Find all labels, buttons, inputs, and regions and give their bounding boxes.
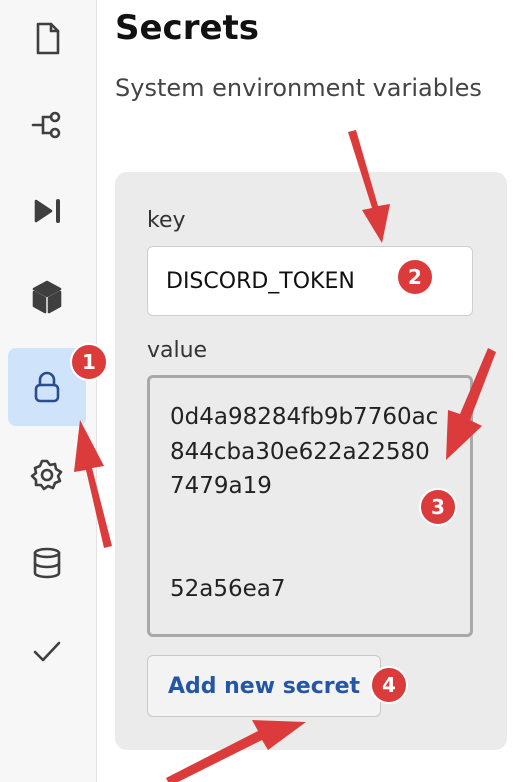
database-icon — [33, 547, 61, 579]
sidebar-item-flow[interactable] — [8, 86, 86, 164]
sidebar-item-settings[interactable] — [8, 436, 86, 514]
value-text: 0d4a98284fb9b7760ac844cba30e622a22580747… — [170, 404, 439, 499]
cube-icon — [32, 280, 62, 314]
annotation-badge-2: 2 — [396, 258, 434, 296]
skip-forward-icon — [34, 199, 60, 223]
gear-icon — [30, 459, 63, 491]
sidebar — [0, 0, 97, 782]
sidebar-item-checks[interactable] — [8, 612, 86, 690]
annotation-badge-1: 1 — [70, 343, 108, 381]
sidebar-item-run[interactable] — [8, 172, 86, 250]
annotation-badge-3: 3 — [419, 488, 457, 526]
key-input-value: DISCORD_TOKEN — [166, 268, 355, 294]
check-icon — [33, 641, 61, 662]
sidebar-item-files[interactable] — [8, 0, 86, 78]
key-label: key — [147, 208, 186, 233]
value-text-overflow: 52a56ea7 — [170, 575, 286, 602]
page-title: Secrets — [115, 8, 260, 48]
lock-icon — [34, 371, 60, 403]
file-icon — [36, 22, 60, 55]
sidebar-item-packages[interactable] — [8, 258, 86, 336]
value-label: value — [147, 338, 208, 363]
page-subtitle: System environment variables — [115, 74, 482, 102]
flow-icon — [31, 111, 61, 139]
add-secret-button[interactable]: Add new secret — [147, 655, 381, 717]
annotation-badge-4: 4 — [370, 666, 408, 704]
sidebar-item-database[interactable] — [8, 524, 86, 602]
